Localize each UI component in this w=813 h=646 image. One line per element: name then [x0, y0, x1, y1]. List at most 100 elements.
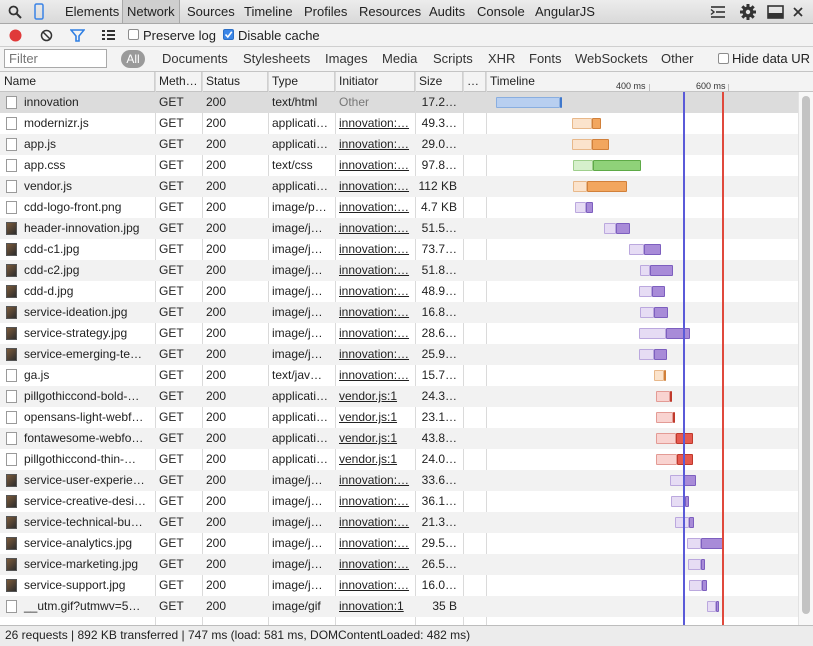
timeline-receiving-bar[interactable] — [664, 370, 666, 381]
timeline-waiting-bar[interactable] — [572, 139, 592, 150]
type-filter-all[interactable]: All — [121, 50, 145, 68]
scrollbar-thumb[interactable] — [802, 96, 810, 614]
cell-initiator[interactable]: vendor.js:1 — [335, 449, 415, 470]
tab-elements[interactable]: Elements — [61, 0, 123, 23]
timeline-receiving-bar[interactable] — [654, 307, 668, 318]
close-icon[interactable] — [793, 7, 803, 17]
table-row[interactable]: cdd-logo-front.png GET 200 image/p… innovati… — [0, 197, 798, 218]
timeline-waiting-bar[interactable] — [639, 349, 654, 360]
timeline-receiving-bar[interactable] — [689, 517, 694, 528]
search-icon[interactable] — [8, 5, 22, 19]
cell-initiator[interactable]: innovation:… — [335, 197, 415, 218]
cell-initiator[interactable]: innovation:… — [335, 554, 415, 575]
timeline-waiting-bar[interactable] — [688, 559, 701, 570]
timeline-receiving-bar[interactable] — [702, 580, 707, 591]
timeline-waiting-bar[interactable] — [656, 412, 673, 423]
filter-input[interactable] — [4, 49, 107, 68]
table-row[interactable]: app.css GET 200 text/css innovation:… 97.8… — [0, 155, 798, 176]
table-row[interactable]: pillgothiccond-bold-… GET 200 applicati… ven… — [0, 386, 798, 407]
timeline-receiving-bar[interactable] — [684, 475, 696, 486]
type-filter-fonts[interactable]: Fonts — [529, 47, 562, 71]
table-row[interactable]: service-analytics.jpg GET 200 image/j… innov… — [0, 533, 798, 554]
cell-initiator[interactable]: vendor.js:1 — [335, 386, 415, 407]
tab-network[interactable]: Network — [122, 0, 180, 23]
table-row[interactable]: service-emerging-te… GET 200 image/j… innova… — [0, 344, 798, 365]
timeline-receiving-bar[interactable] — [644, 244, 661, 255]
column-initiator[interactable]: Initiator — [335, 72, 415, 91]
list-view-icon[interactable] — [101, 29, 116, 41]
column-method[interactable]: Meth… — [155, 72, 202, 91]
type-filter-xhr[interactable]: XHR — [488, 47, 515, 71]
tab-angularjs[interactable]: AngularJS — [531, 0, 599, 23]
timeline-waiting-bar[interactable] — [573, 181, 587, 192]
type-filter-images[interactable]: Images — [325, 47, 368, 71]
table-row[interactable]: cdd-c1.jpg GET 200 image/j… innovation:… 73.7… — [0, 239, 798, 260]
table-row[interactable]: service-support.jpg GET 200 image/j… innovat… — [0, 575, 798, 596]
timeline-waiting-bar[interactable] — [707, 601, 716, 612]
column-name[interactable]: Name — [0, 72, 155, 91]
tab-sources[interactable]: Sources — [183, 0, 239, 23]
cell-initiator[interactable]: innovation:… — [335, 239, 415, 260]
column-type[interactable]: Type — [268, 72, 335, 91]
vertical-scrollbar[interactable] — [798, 92, 813, 625]
timeline-waiting-bar[interactable] — [689, 580, 702, 591]
timeline-waiting-bar[interactable] — [640, 307, 654, 318]
preserve-log-checkbox[interactable] — [128, 29, 139, 40]
timeline-waiting-bar[interactable] — [573, 160, 593, 171]
timeline-waiting-bar[interactable] — [629, 244, 644, 255]
timeline-receiving-bar[interactable] — [677, 454, 693, 465]
table-row[interactable]: modernizr.js GET 200 applicati… innovation:…… — [0, 113, 798, 134]
column-size[interactable]: Size — [415, 72, 463, 91]
cell-initiator[interactable]: innovation:… — [335, 512, 415, 533]
timeline-receiving-bar[interactable] — [701, 559, 705, 570]
tab-audits[interactable]: Audits — [425, 0, 469, 23]
device-icon[interactable] — [34, 3, 44, 20]
type-filter-stylesheets[interactable]: Stylesheets — [243, 47, 310, 71]
table-row[interactable]: header-innovation.jpg GET 200 image/j… innov… — [0, 218, 798, 239]
cell-initiator[interactable]: innovation:… — [335, 113, 415, 134]
cell-initiator[interactable]: innovation:… — [335, 344, 415, 365]
cell-initiator[interactable]: innovation:1 — [335, 596, 415, 617]
timeline-receiving-bar[interactable] — [586, 202, 593, 213]
console-drawer-icon[interactable] — [710, 5, 726, 19]
table-row[interactable]: service-technical-bu… GET 200 image/j… innov… — [0, 512, 798, 533]
type-filter-websockets[interactable]: WebSockets — [575, 47, 648, 71]
timeline-receiving-bar[interactable] — [716, 601, 719, 612]
cell-initiator[interactable]: innovation:… — [335, 218, 415, 239]
timeline-waiting-bar[interactable] — [654, 370, 664, 381]
cell-initiator[interactable]: innovation:… — [335, 134, 415, 155]
timeline-waiting-bar[interactable] — [656, 433, 676, 444]
type-filter-other[interactable]: Other — [661, 47, 694, 71]
table-row[interactable]: ga.js GET 200 text/jav… innovation:… 15.7… — [0, 365, 798, 386]
timeline-receiving-bar[interactable] — [685, 496, 689, 507]
cell-initiator[interactable]: innovation:… — [335, 575, 415, 596]
type-filter-media[interactable]: Media — [382, 47, 417, 71]
table-row[interactable]: cdd-c2.jpg GET 200 image/j… innovation:… 51.8… — [0, 260, 798, 281]
type-filter-documents[interactable]: Documents — [162, 47, 228, 71]
gear-icon[interactable] — [739, 3, 757, 21]
timeline-receiving-bar[interactable] — [654, 349, 667, 360]
cell-initiator[interactable]: innovation:… — [335, 365, 415, 386]
table-row[interactable]: __utm.gif?utmwv=5… GET 200 image/gif innovat… — [0, 596, 798, 617]
timeline-receiving-bar[interactable] — [701, 538, 723, 549]
cell-initiator[interactable]: vendor.js:1 — [335, 407, 415, 428]
cell-initiator[interactable]: innovation:… — [335, 281, 415, 302]
table-row[interactable]: service-marketing.jpg GET 200 image/j… innov… — [0, 554, 798, 575]
cell-initiator[interactable]: innovation:… — [335, 302, 415, 323]
timeline-waiting-bar[interactable] — [670, 475, 684, 486]
timeline-receiving-bar[interactable] — [587, 181, 627, 192]
column-status[interactable]: Status — [202, 72, 268, 91]
timeline-receiving-bar[interactable] — [670, 391, 672, 402]
timeline-receiving-bar[interactable] — [650, 265, 673, 276]
table-row[interactable]: pillgothiccond-thin-… GET 200 applicati… ven… — [0, 449, 798, 470]
timeline-waiting-bar[interactable] — [496, 97, 560, 108]
timeline-waiting-bar[interactable] — [656, 454, 677, 465]
table-row[interactable]: fontawesome-webfo… GET 200 applicati… vendor… — [0, 428, 798, 449]
table-row[interactable]: cdd-d.jpg GET 200 image/j… innovation:… 48.9… — [0, 281, 798, 302]
table-row[interactable]: innovation GET 200 text/html Other 17.2… — [0, 92, 798, 113]
timeline-receiving-bar[interactable] — [673, 412, 675, 423]
dock-icon[interactable] — [767, 5, 784, 19]
table-row[interactable]: vendor.js GET 200 applicati… innovation:… 112… — [0, 176, 798, 197]
clear-icon[interactable] — [40, 29, 53, 42]
timeline-receiving-bar[interactable] — [592, 139, 609, 150]
